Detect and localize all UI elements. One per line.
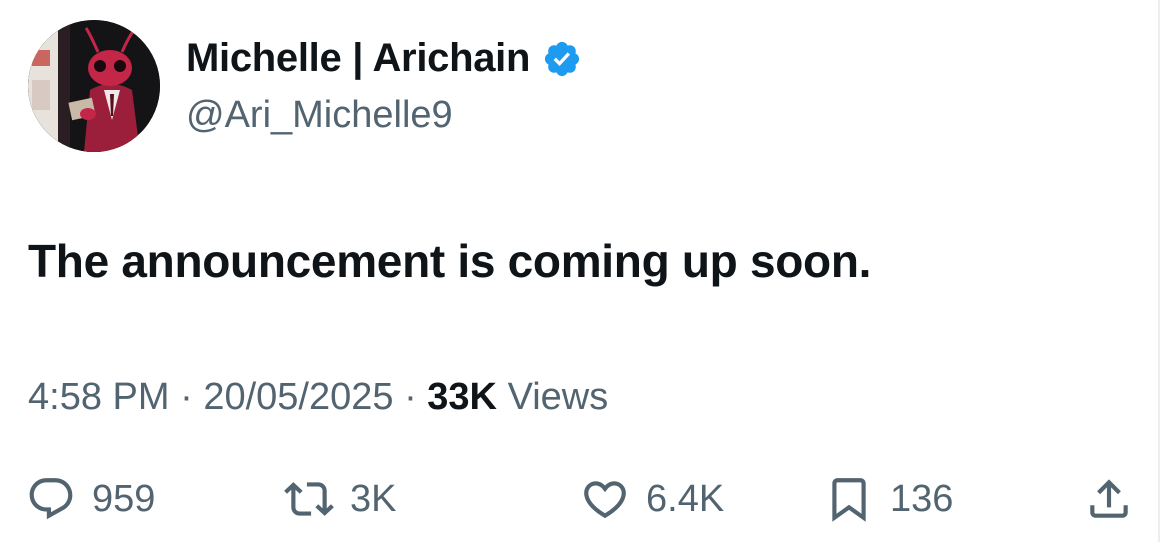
like-count: 6.4K (646, 477, 725, 520)
reply-count: 959 (92, 477, 156, 520)
tweet-time[interactable]: 4:58 PM (28, 376, 170, 418)
meta-separator: · (180, 376, 193, 418)
retweet-count: 3K (350, 477, 397, 520)
bookmark-icon (832, 478, 866, 522)
share-button[interactable] (1084, 474, 1134, 524)
tweet-meta: 4:58 PM · 20/05/2025 · 33K Views (28, 376, 608, 419)
retweet-button[interactable]: 3K (284, 474, 396, 524)
tweet-date[interactable]: 20/05/2025 (203, 376, 393, 418)
bookmark-button[interactable]: 136 (824, 474, 953, 524)
views-count: 33K (427, 376, 497, 418)
author-handle[interactable]: @Ari_Michelle9 (186, 94, 453, 137)
share-icon (1090, 479, 1128, 518)
reply-icon (29, 478, 73, 520)
retweet-icon (284, 482, 334, 516)
tweet-text: The announcement is coming up soon. (28, 235, 872, 287)
verified-badge-icon (542, 39, 582, 79)
meta-separator: · (404, 376, 417, 418)
bookmark-count: 136 (890, 477, 954, 520)
views-label: Views (507, 376, 609, 418)
ant-character-avatar-image (28, 20, 160, 152)
author-name-text: Michelle | Arichain (186, 36, 531, 80)
right-edge-divider (1158, 0, 1160, 542)
heart-icon (584, 481, 626, 519)
author-display-name[interactable]: Michelle | Arichain (186, 36, 582, 81)
avatar[interactable] (28, 20, 160, 152)
like-button[interactable]: 6.4K (580, 474, 724, 524)
reply-button[interactable]: 959 (26, 474, 155, 524)
